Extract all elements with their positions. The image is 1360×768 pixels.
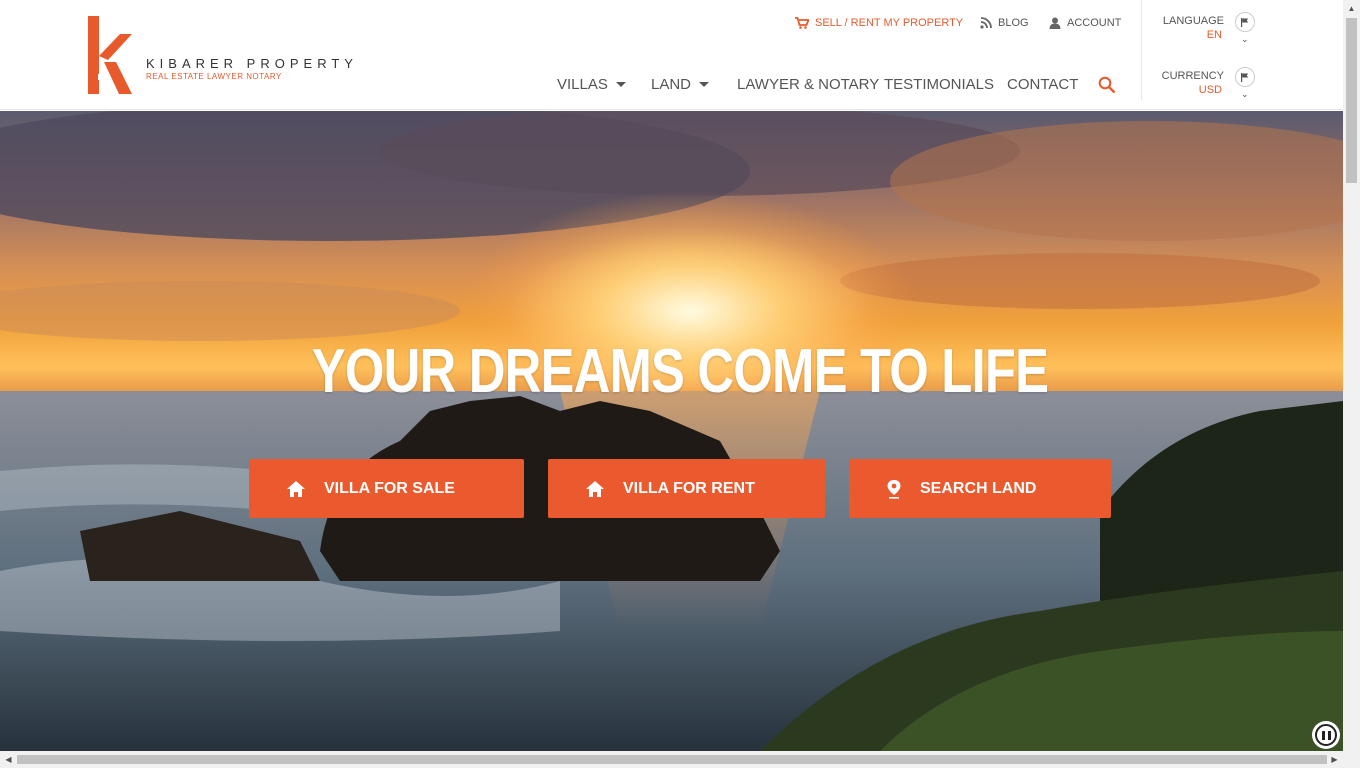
horizontal-scrollbar[interactable]: ◀ ▶ bbox=[0, 751, 1360, 768]
villa-for-rent-button[interactable]: VILLA FOR RENT bbox=[548, 459, 825, 518]
rss-icon bbox=[980, 17, 992, 29]
hero-background-image bbox=[0, 111, 1343, 751]
account-label: ACCOUNT bbox=[1067, 17, 1122, 29]
chevron-down-icon: ⌄ bbox=[1241, 89, 1249, 99]
pause-icon bbox=[1315, 724, 1337, 746]
hero-title: YOUR DREAMS COME TO LIFE bbox=[311, 337, 1049, 406]
vertical-scroll-thumb[interactable] bbox=[1346, 18, 1357, 183]
flag-icon bbox=[1235, 67, 1255, 87]
header-divider bbox=[1141, 0, 1142, 100]
flag-icon bbox=[1235, 12, 1255, 32]
scroll-left-arrow-icon[interactable]: ◀ bbox=[0, 751, 17, 768]
search-land-button[interactable]: SEARCH LAND bbox=[849, 459, 1111, 518]
account-link[interactable]: ACCOUNT bbox=[1049, 15, 1121, 31]
sell-rent-link[interactable]: SELL / RENT MY PROPERTY bbox=[795, 15, 963, 31]
cart-icon bbox=[795, 17, 809, 29]
sell-rent-label: SELL / RENT MY PROPERTY bbox=[815, 17, 964, 29]
scroll-right-arrow-icon[interactable]: ▶ bbox=[1326, 751, 1343, 768]
nav-villas-label: VILLAS bbox=[557, 75, 608, 93]
nav-lawyer-notary[interactable]: LAWYER & NOTARY bbox=[737, 73, 879, 95]
caret-down-icon bbox=[699, 81, 710, 87]
nav-land[interactable]: LAND bbox=[651, 73, 710, 95]
currency-label: CURRENCY bbox=[1161, 70, 1224, 82]
nav-villas[interactable]: VILLAS bbox=[557, 73, 626, 95]
language-label: LANGUAGE bbox=[1162, 15, 1224, 27]
search-button[interactable] bbox=[1098, 74, 1116, 96]
blog-link[interactable]: BLOG bbox=[980, 15, 1029, 31]
brand-name: KIBARER PROPERTY bbox=[146, 56, 358, 71]
search-land-label: SEARCH LAND bbox=[920, 479, 1037, 497]
scroll-up-arrow-icon[interactable]: ▲ bbox=[1343, 0, 1360, 17]
villa-for-sale-button[interactable]: VILLA FOR SALE bbox=[249, 459, 524, 518]
logo-k-icon bbox=[88, 16, 132, 94]
currency-value: USD bbox=[1198, 84, 1222, 96]
language-value: EN bbox=[1206, 29, 1222, 41]
vertical-scrollbar[interactable]: ▲ bbox=[1343, 0, 1360, 751]
horizontal-scroll-thumb[interactable] bbox=[17, 755, 1327, 764]
nav-testimonials[interactable]: TESTIMONIALS bbox=[884, 73, 994, 95]
home-icon bbox=[586, 480, 604, 497]
villa-for-rent-label: VILLA FOR RENT bbox=[623, 479, 755, 497]
caret-down-icon bbox=[615, 81, 626, 87]
home-icon bbox=[287, 480, 305, 497]
nav-land-label: LAND bbox=[651, 75, 692, 93]
map-pin-icon bbox=[887, 479, 901, 499]
user-icon bbox=[1049, 17, 1061, 29]
nav-contact[interactable]: CONTACT bbox=[1007, 73, 1078, 95]
chevron-down-icon: ⌄ bbox=[1241, 34, 1249, 44]
hero-banner: YOUR DREAMS COME TO LIFE VILLA FOR SALE … bbox=[0, 111, 1343, 751]
site-header: KIBARER PROPERTY REAL ESTATE LAWYER NOTA… bbox=[0, 0, 1343, 110]
villa-for-sale-label: VILLA FOR SALE bbox=[324, 479, 455, 497]
page: KIBARER PROPERTY REAL ESTATE LAWYER NOTA… bbox=[0, 0, 1360, 768]
search-icon bbox=[1098, 76, 1116, 94]
blog-label: BLOG bbox=[998, 17, 1029, 29]
slideshow-pause-button[interactable] bbox=[1312, 721, 1340, 749]
logo[interactable]: KIBARER PROPERTY REAL ESTATE LAWYER NOTA… bbox=[86, 16, 406, 96]
brand-tagline: REAL ESTATE LAWYER NOTARY bbox=[146, 72, 282, 81]
